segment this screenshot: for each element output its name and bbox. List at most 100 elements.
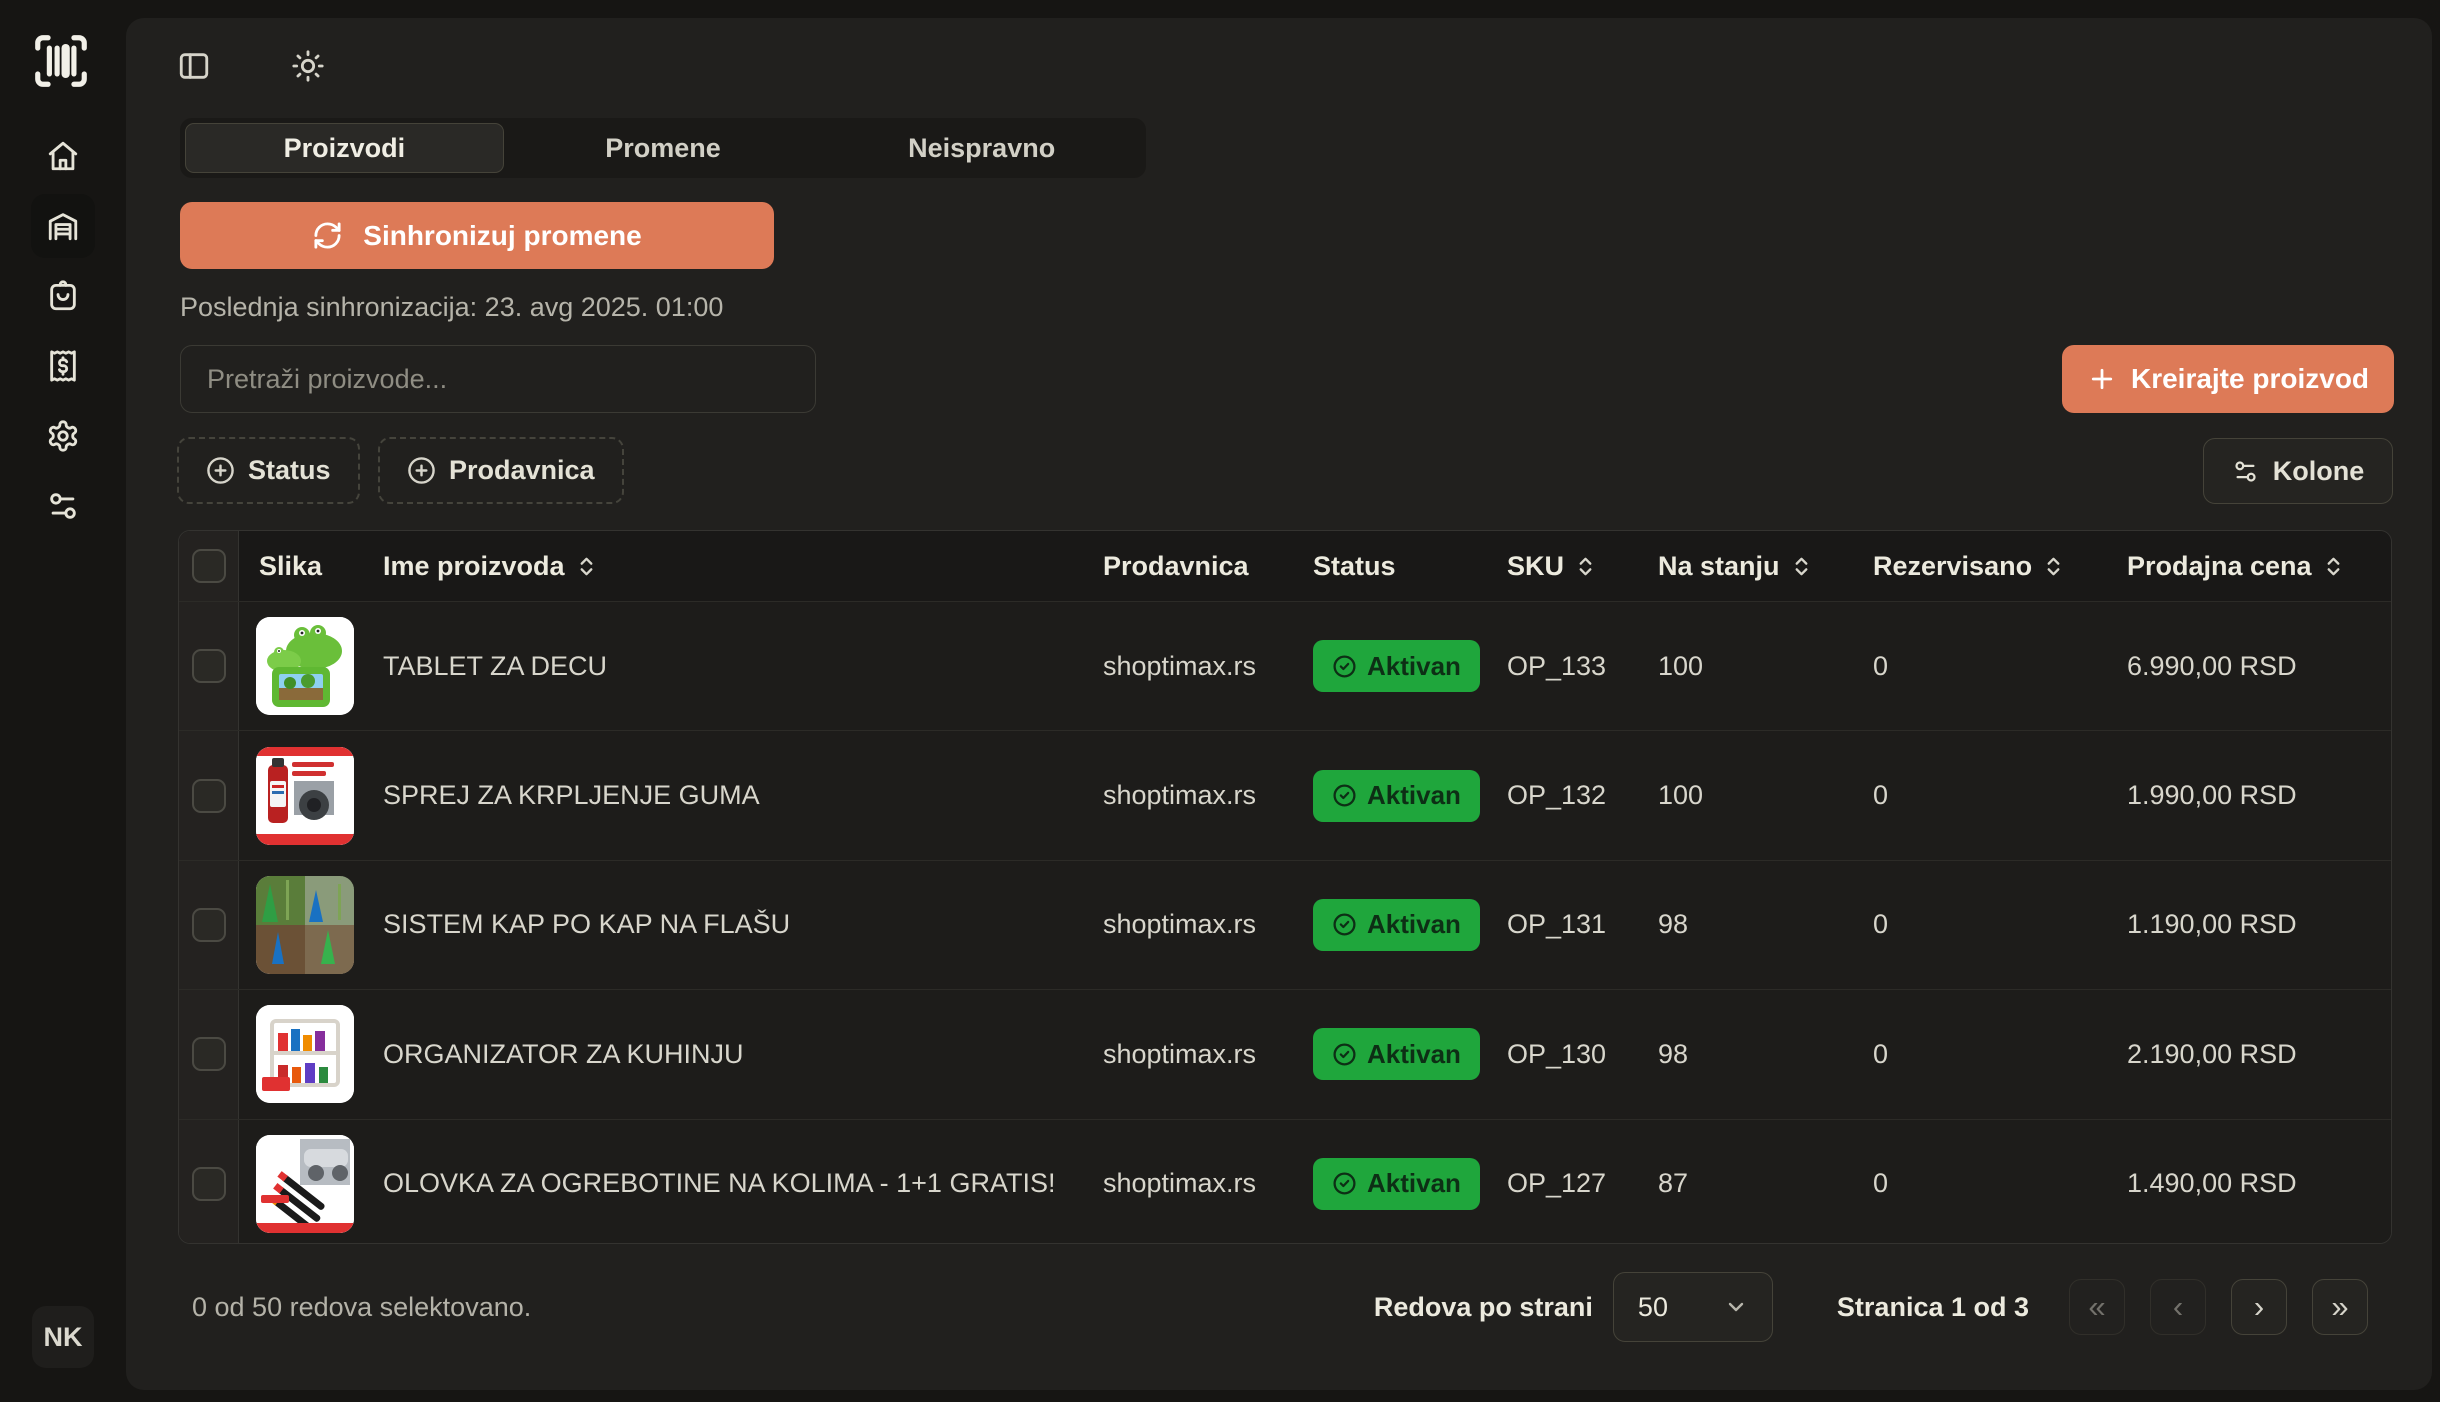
sort-icon <box>575 555 598 578</box>
product-image-cell <box>239 1135 383 1233</box>
product-price: 1.990,00 RSD <box>2127 780 2392 811</box>
sort-icon <box>2042 555 2065 578</box>
previous-page-button[interactable]: ‹ <box>2150 1279 2206 1335</box>
last-page-button[interactable]: » <box>2312 1279 2368 1335</box>
status-cell: Aktivan <box>1313 1028 1507 1080</box>
sliders-icon <box>2232 458 2259 485</box>
filter-shop-button[interactable]: Prodavnica <box>378 437 624 504</box>
warehouse-icon <box>46 209 80 243</box>
product-stock: 100 <box>1658 651 1873 682</box>
sidebar-item-orders[interactable] <box>31 264 95 328</box>
table-row[interactable]: TABLET ZA DECU shoptimax.rs Aktivan OP_1… <box>179 601 2391 730</box>
column-header-na-stanju[interactable]: Na stanju <box>1658 551 1873 582</box>
create-product-button[interactable]: Kreirajte proizvod <box>2062 345 2394 413</box>
product-image <box>256 1135 354 1233</box>
product-reserved: 0 <box>1873 780 2127 811</box>
sort-icon <box>1574 555 1597 578</box>
pager: « ‹ › » <box>2069 1279 2368 1335</box>
sidebar-item-products[interactable] <box>31 194 95 258</box>
product-image-cell <box>239 1005 383 1103</box>
first-page-button[interactable]: « <box>2069 1279 2125 1335</box>
filter-status-button[interactable]: Status <box>177 437 360 504</box>
tab-proizvodi[interactable]: Proizvodi <box>185 123 504 173</box>
brand-logo[interactable] <box>30 30 92 92</box>
product-image-cell <box>239 876 383 974</box>
select-all-checkbox[interactable] <box>192 549 226 583</box>
sidebar-item-home[interactable] <box>31 124 95 188</box>
rows-per-page-label: Redova po strani <box>1374 1292 1593 1323</box>
tab-list: Proizvodi Promene Neispravno <box>180 118 1146 178</box>
product-price: 1.190,00 RSD <box>2127 909 2392 940</box>
row-checkbox[interactable] <box>192 1037 226 1071</box>
column-header-slika: Slika <box>239 551 383 582</box>
sync-changes-button[interactable]: Sinhronizuj promene <box>180 202 774 269</box>
tab-promene[interactable]: Promene <box>504 123 823 173</box>
circle-plus-icon <box>206 456 235 485</box>
row-checkbox[interactable] <box>192 649 226 683</box>
product-sku: OP_132 <box>1507 780 1658 811</box>
check-circle-icon <box>1332 654 1357 679</box>
filter-status-label: Status <box>248 455 331 486</box>
page-info-text: Stranica 1 od 3 <box>1837 1292 2029 1323</box>
sidebar: NK <box>0 0 126 1402</box>
table-row[interactable]: ORGANIZATOR ZA KUHINJU shoptimax.rs Akti… <box>179 989 2391 1118</box>
panel-left-icon <box>177 49 211 83</box>
header-checkbox-cell <box>179 531 239 601</box>
create-product-label: Kreirajte proizvod <box>2131 363 2369 395</box>
product-stock: 98 <box>1658 909 1873 940</box>
product-reserved: 0 <box>1873 1039 2127 1070</box>
table-row[interactable]: SPREJ ZA KRPLJENJE GUMA shoptimax.rs Akt… <box>179 730 2391 859</box>
column-header-ime-proizvoda[interactable]: Ime proizvoda <box>383 551 1103 582</box>
search-input[interactable] <box>180 345 816 413</box>
user-avatar[interactable]: NK <box>32 1306 94 1368</box>
sliders-icon <box>46 489 80 523</box>
row-checkbox[interactable] <box>192 908 226 942</box>
product-name: OLOVKA ZA OGREBOTINE NA KOLIMA - 1+1 GRA… <box>383 1168 1103 1199</box>
product-reserved: 0 <box>1873 909 2127 940</box>
chevron-right-icon: › <box>2254 1289 2264 1325</box>
status-cell: Aktivan <box>1313 899 1507 951</box>
product-image <box>256 876 354 974</box>
products-table: Slika Ime proizvoda Prodavnica Status SK… <box>178 530 2392 1244</box>
sidebar-item-preferences[interactable] <box>31 474 95 538</box>
shopping-bag-icon <box>46 279 80 313</box>
column-header-rezervisano[interactable]: Rezervisano <box>1873 551 2127 582</box>
row-checkbox-cell <box>179 861 239 989</box>
table-row[interactable]: SISTEM KAP PO KAP NA FLAŠU shoptimax.rs … <box>179 860 2391 989</box>
next-page-button[interactable]: › <box>2231 1279 2287 1335</box>
column-header-prodajna-cena[interactable]: Prodajna cena <box>2127 551 2392 582</box>
columns-label: Kolone <box>2273 456 2365 487</box>
product-name: ORGANIZATOR ZA KUHINJU <box>383 1039 1103 1070</box>
plus-icon <box>2087 364 2117 394</box>
row-checkbox[interactable] <box>192 779 226 813</box>
sort-icon <box>2322 555 2345 578</box>
columns-button[interactable]: Kolone <box>2203 438 2393 504</box>
column-header-sku[interactable]: SKU <box>1507 551 1658 582</box>
row-checkbox[interactable] <box>192 1167 226 1201</box>
sidebar-toggle-button[interactable] <box>170 42 218 90</box>
product-reserved: 0 <box>1873 1168 2127 1199</box>
status-badge: Aktivan <box>1313 1158 1480 1210</box>
sidebar-nav <box>0 124 126 538</box>
product-stock: 98 <box>1658 1039 1873 1070</box>
rows-per-page-select[interactable]: 50 <box>1613 1272 1773 1342</box>
theme-toggle-button[interactable] <box>284 42 332 90</box>
row-checkbox-cell <box>179 990 239 1118</box>
receipt-icon <box>46 349 80 383</box>
product-sku: OP_127 <box>1507 1168 1658 1199</box>
chevron-left-icon: ‹ <box>2173 1289 2183 1325</box>
home-icon <box>46 139 80 173</box>
product-image <box>256 747 354 845</box>
status-cell: Aktivan <box>1313 770 1507 822</box>
product-shop: shoptimax.rs <box>1103 1168 1313 1199</box>
tab-neispravno[interactable]: Neispravno <box>822 123 1141 173</box>
row-checkbox-cell <box>179 1120 239 1244</box>
sort-icon <box>1790 555 1813 578</box>
sidebar-item-settings[interactable] <box>31 404 95 468</box>
product-image <box>256 1005 354 1103</box>
table-row[interactable]: OLOVKA ZA OGREBOTINE NA KOLIMA - 1+1 GRA… <box>179 1119 2391 1244</box>
product-name: SISTEM KAP PO KAP NA FLAŠU <box>383 909 1103 940</box>
column-header-status: Status <box>1313 551 1507 582</box>
status-cell: Aktivan <box>1313 1158 1507 1210</box>
sidebar-item-billing[interactable] <box>31 334 95 398</box>
